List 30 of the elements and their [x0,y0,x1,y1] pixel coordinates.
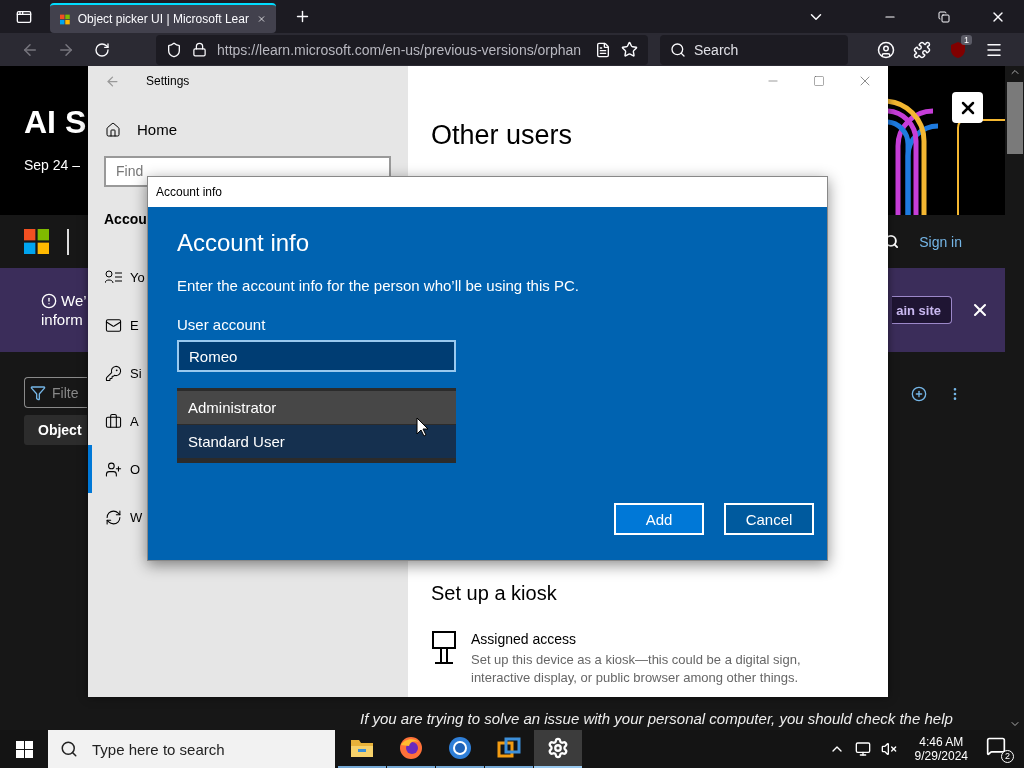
section-title: Accou [104,211,147,227]
clock-date: 9/29/2024 [914,749,968,763]
sidebar-item-label: O [130,461,141,477]
help-text: If you are trying to solve an issue with your personal computer, you should check the help [359,710,954,729]
setting-description: Set up this device as a kiosk—this could be a digital sign, interactive display, or public browser among other things. [471,651,802,687]
hero-title: AI S [24,104,87,141]
dialog-title: Account info [148,177,827,207]
hero-date: Sep 24 – [24,157,82,173]
filter-placeholder: Filte [52,384,79,401]
banner-text: We’ [61,292,87,309]
window-title: Settings [146,74,190,88]
sidebar-item-label: W [130,509,143,525]
notification-count: 2 [1001,749,1014,763]
url-text: https://learn.microsoft.com/en-us/previous-versions/orphan [217,41,583,58]
page-heading: Other users [430,119,574,151]
sidebar-item-label: Si [130,365,142,381]
dialog-description: Enter the account info for the person who’ll be using this PC. [177,277,580,294]
extension-badge: 1 [961,34,972,45]
sidebar-item-label: A [130,413,139,429]
home-label: Home [137,121,177,138]
clock-time: 4:46 AM [919,735,964,749]
sidebar-item-label: E [130,317,139,333]
sidebar-item-label: Yo [130,269,145,285]
dialog-heading: Account info [177,229,311,257]
banner-text: inform [41,311,84,328]
search-placeholder: Type here to search [92,740,225,758]
tab-title: Object picker UI | Microsoft Lear [77,12,249,26]
section-heading: Set up a kiosk [431,582,558,605]
field-label: User account [177,316,267,333]
search-placeholder: Search [694,41,739,58]
